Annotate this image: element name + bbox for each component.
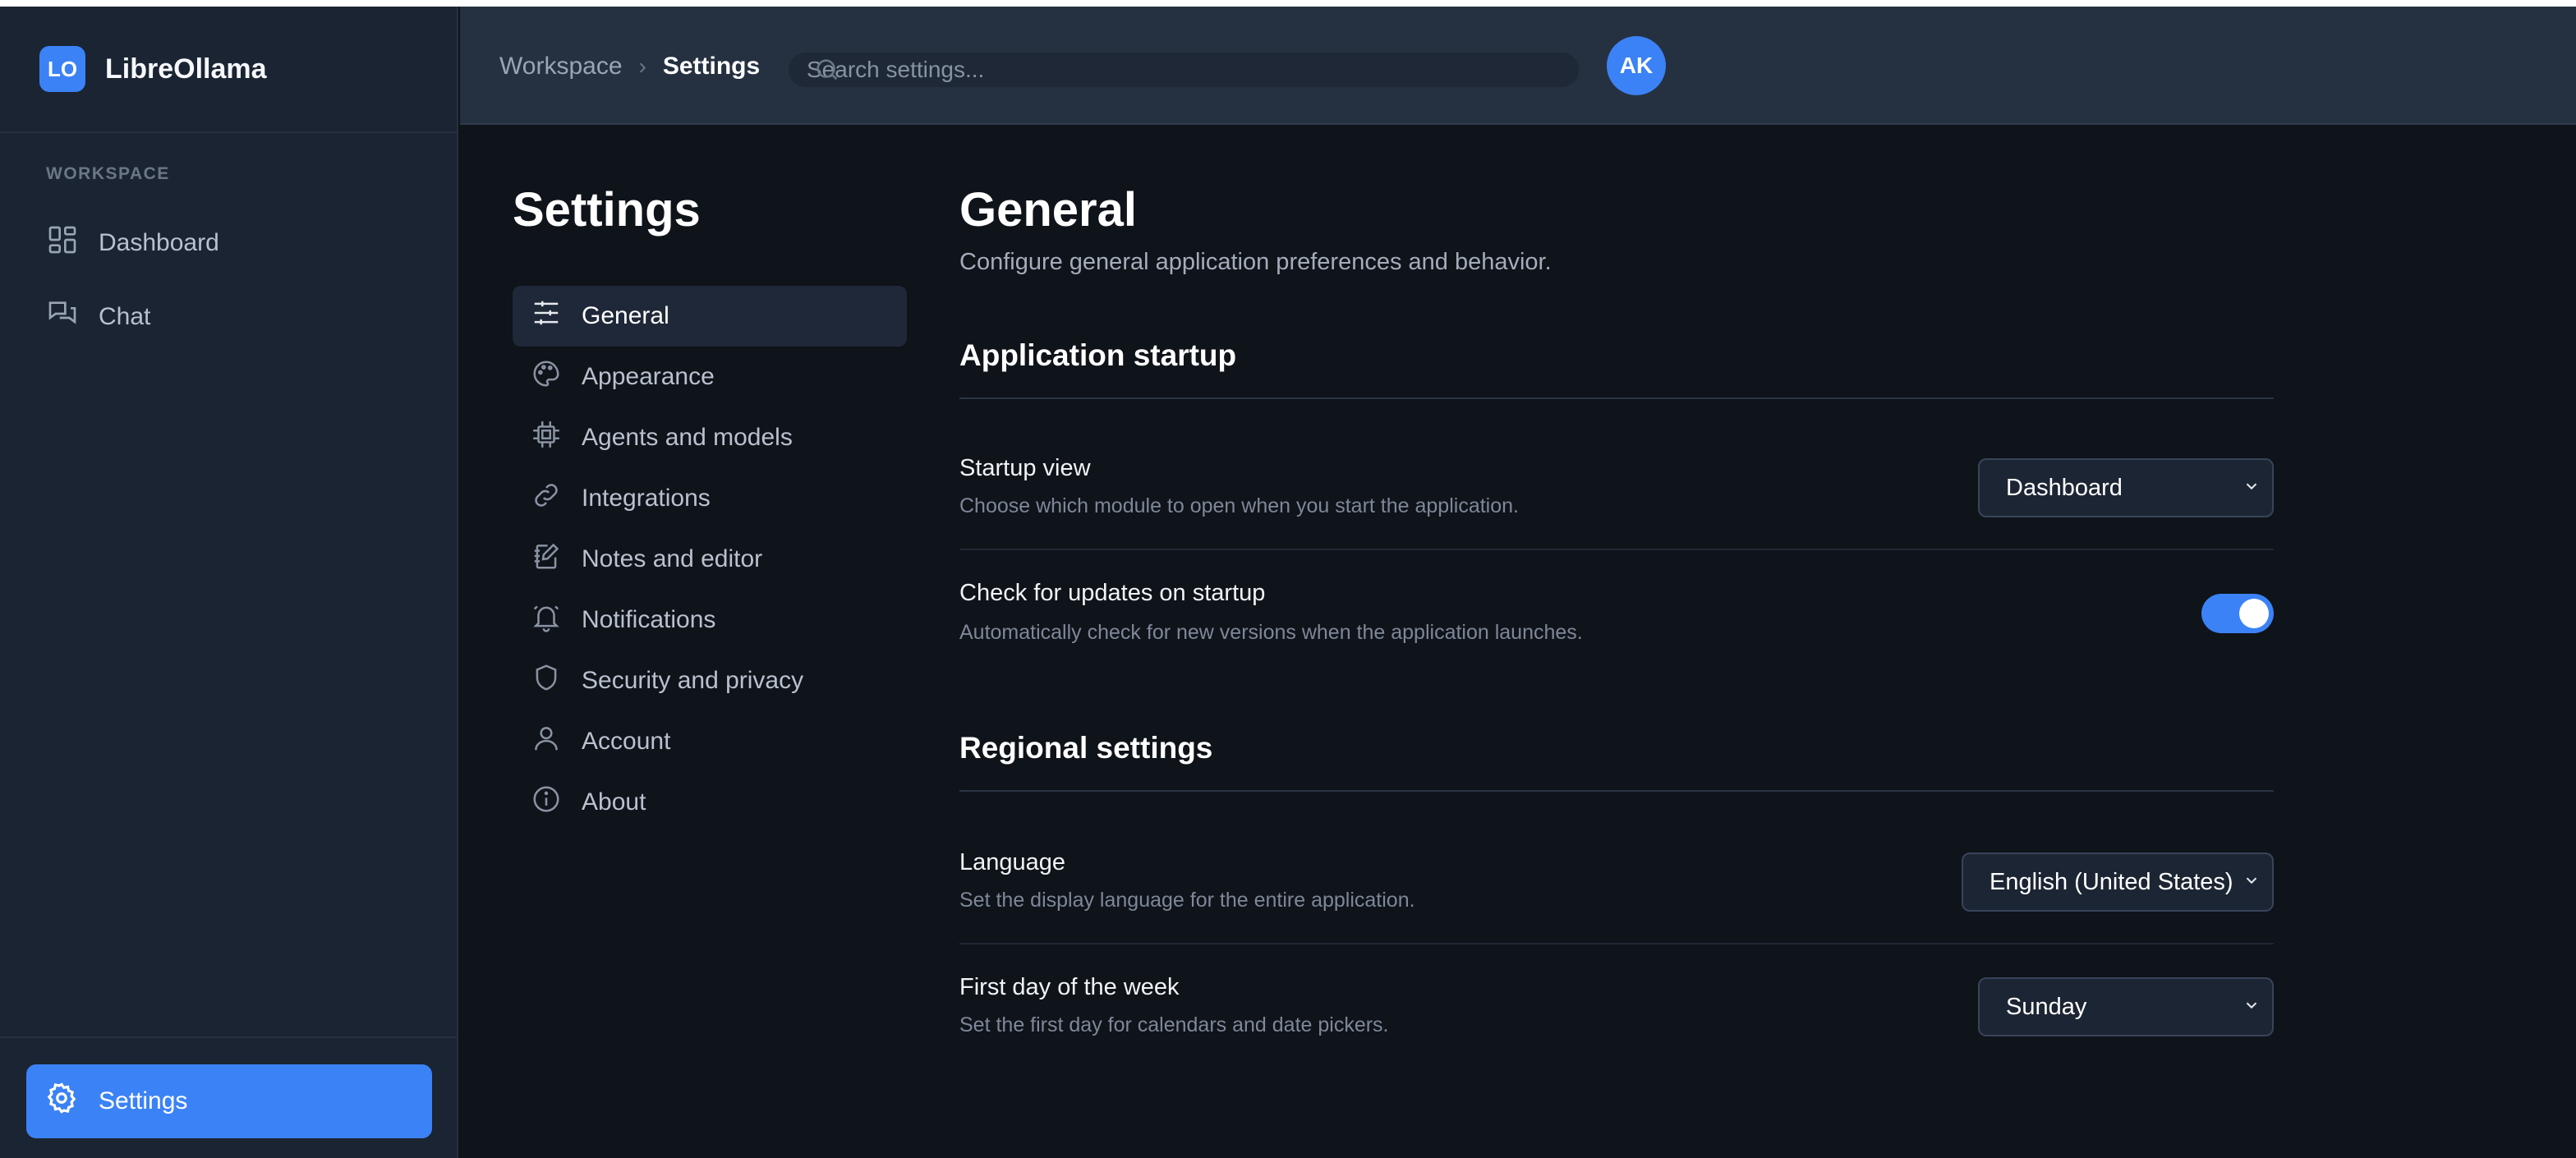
sidebar-item-label: Chat xyxy=(99,303,151,330)
startup-view-description: Choose which module to open when you sta… xyxy=(959,494,1519,517)
settings-nav-label: Notes and editor xyxy=(582,545,763,572)
toggle-knob xyxy=(2239,599,2269,628)
settings-nav-account[interactable]: Account xyxy=(513,711,907,772)
settings-nav-notifications[interactable]: Notifications xyxy=(513,590,907,650)
startup-view-select[interactable]: Dashboard xyxy=(1978,458,2274,517)
startup-view-value: Dashboard xyxy=(2006,474,2123,501)
sidebar-item-label: Dashboard xyxy=(99,229,219,256)
settings-nav-notes-and-editor[interactable]: Notes and editor xyxy=(513,529,907,590)
chevron-down-icon xyxy=(2242,475,2261,502)
breadcrumb-settings: Settings xyxy=(662,53,761,80)
divider xyxy=(0,131,457,133)
shield-icon xyxy=(531,662,562,700)
search-bar[interactable] xyxy=(789,53,1579,87)
row-divider xyxy=(959,549,2274,550)
general-settings-panel: General Configure general application pr… xyxy=(959,182,2274,1036)
breadcrumb: Workspace › Settings xyxy=(499,53,760,80)
settings-nav-security-and-privacy[interactable]: Security and privacy xyxy=(513,650,907,711)
grid-icon xyxy=(46,223,79,263)
check-updates-description: Automatically check for new versions whe… xyxy=(959,621,1583,644)
cpu-icon xyxy=(531,419,562,457)
brand-name: LibreOllama xyxy=(105,53,267,85)
chevron-right-icon: › xyxy=(638,53,646,79)
section-title-regional-settings: Regional settings xyxy=(959,731,1213,765)
top-header: Workspace › Settings AK xyxy=(460,7,2576,125)
settings-nav-label: Account xyxy=(582,728,671,755)
language-title: Language xyxy=(959,849,1066,875)
app-sidebar: LO LibreOllama WORKSPACE Dashboard Chat … xyxy=(0,7,458,1158)
chevron-down-icon xyxy=(2242,869,2261,896)
settings-nav-label: Appearance xyxy=(582,363,715,390)
search-input[interactable] xyxy=(807,53,1546,87)
settings-button-label: Settings xyxy=(99,1087,188,1114)
link-icon xyxy=(531,480,562,517)
settings-nav-label: Integrations xyxy=(582,485,711,512)
language-select[interactable]: English (United States) xyxy=(1962,852,2274,912)
settings-nav-general[interactable]: General xyxy=(513,286,907,347)
bell-icon xyxy=(531,601,562,639)
page-subtitle: Configure general application preference… xyxy=(959,249,1552,275)
settings-nav-integrations[interactable]: Integrations xyxy=(513,468,907,529)
check-updates-toggle[interactable] xyxy=(2201,594,2274,633)
info-icon xyxy=(531,783,562,821)
palette-icon xyxy=(531,358,562,396)
workspace-section-label: WORKSPACE xyxy=(46,164,170,183)
gear-icon xyxy=(44,1081,79,1122)
breadcrumb-workspace[interactable]: Workspace xyxy=(499,53,623,80)
divider xyxy=(0,1036,457,1038)
brand-logo: LO xyxy=(39,46,85,92)
settings-nav-label: Notifications xyxy=(582,606,716,633)
settings-nav-label: Security and privacy xyxy=(582,667,804,694)
notebook-icon xyxy=(531,540,562,578)
settings-nav-about[interactable]: About xyxy=(513,772,907,833)
row-divider xyxy=(959,943,2274,944)
sidebar-item-chat[interactable]: Chat xyxy=(46,297,150,337)
window-top-strip xyxy=(0,0,2576,7)
first-day-value: Sunday xyxy=(2006,993,2087,1020)
first-day-select[interactable]: Sunday xyxy=(1978,977,2274,1036)
section-title-application-startup: Application startup xyxy=(959,338,1237,372)
language-value: English (United States) xyxy=(1990,868,2233,895)
check-updates-title: Check for updates on startup xyxy=(959,580,1266,606)
settings-nav-label: About xyxy=(582,788,646,816)
settings-title: Settings xyxy=(513,183,701,237)
first-day-title: First day of the week xyxy=(959,974,1180,1000)
section-divider xyxy=(959,397,2274,399)
page-title: General xyxy=(959,183,1137,237)
chat-icon xyxy=(46,297,79,337)
brand[interactable]: LO LibreOllama xyxy=(39,46,267,92)
avatar[interactable]: AK xyxy=(1607,36,1666,95)
sliders-icon xyxy=(531,297,562,335)
startup-view-title: Startup view xyxy=(959,455,1091,481)
chevron-down-icon xyxy=(2242,994,2261,1021)
first-day-description: Set the first day for calendars and date… xyxy=(959,1013,1389,1036)
language-description: Set the display language for the entire … xyxy=(959,889,1415,912)
sidebar-item-dashboard[interactable]: Dashboard xyxy=(46,223,219,263)
user-icon xyxy=(531,723,562,761)
settings-nav-label: General xyxy=(582,302,669,329)
settings-nav-agents-and-models[interactable]: Agents and models xyxy=(513,407,907,468)
settings-nav-appearance[interactable]: Appearance xyxy=(513,347,907,407)
section-divider xyxy=(959,790,2274,792)
settings-nav-label: Agents and models xyxy=(582,424,793,451)
sidebar-settings-button[interactable]: Settings xyxy=(26,1064,432,1138)
